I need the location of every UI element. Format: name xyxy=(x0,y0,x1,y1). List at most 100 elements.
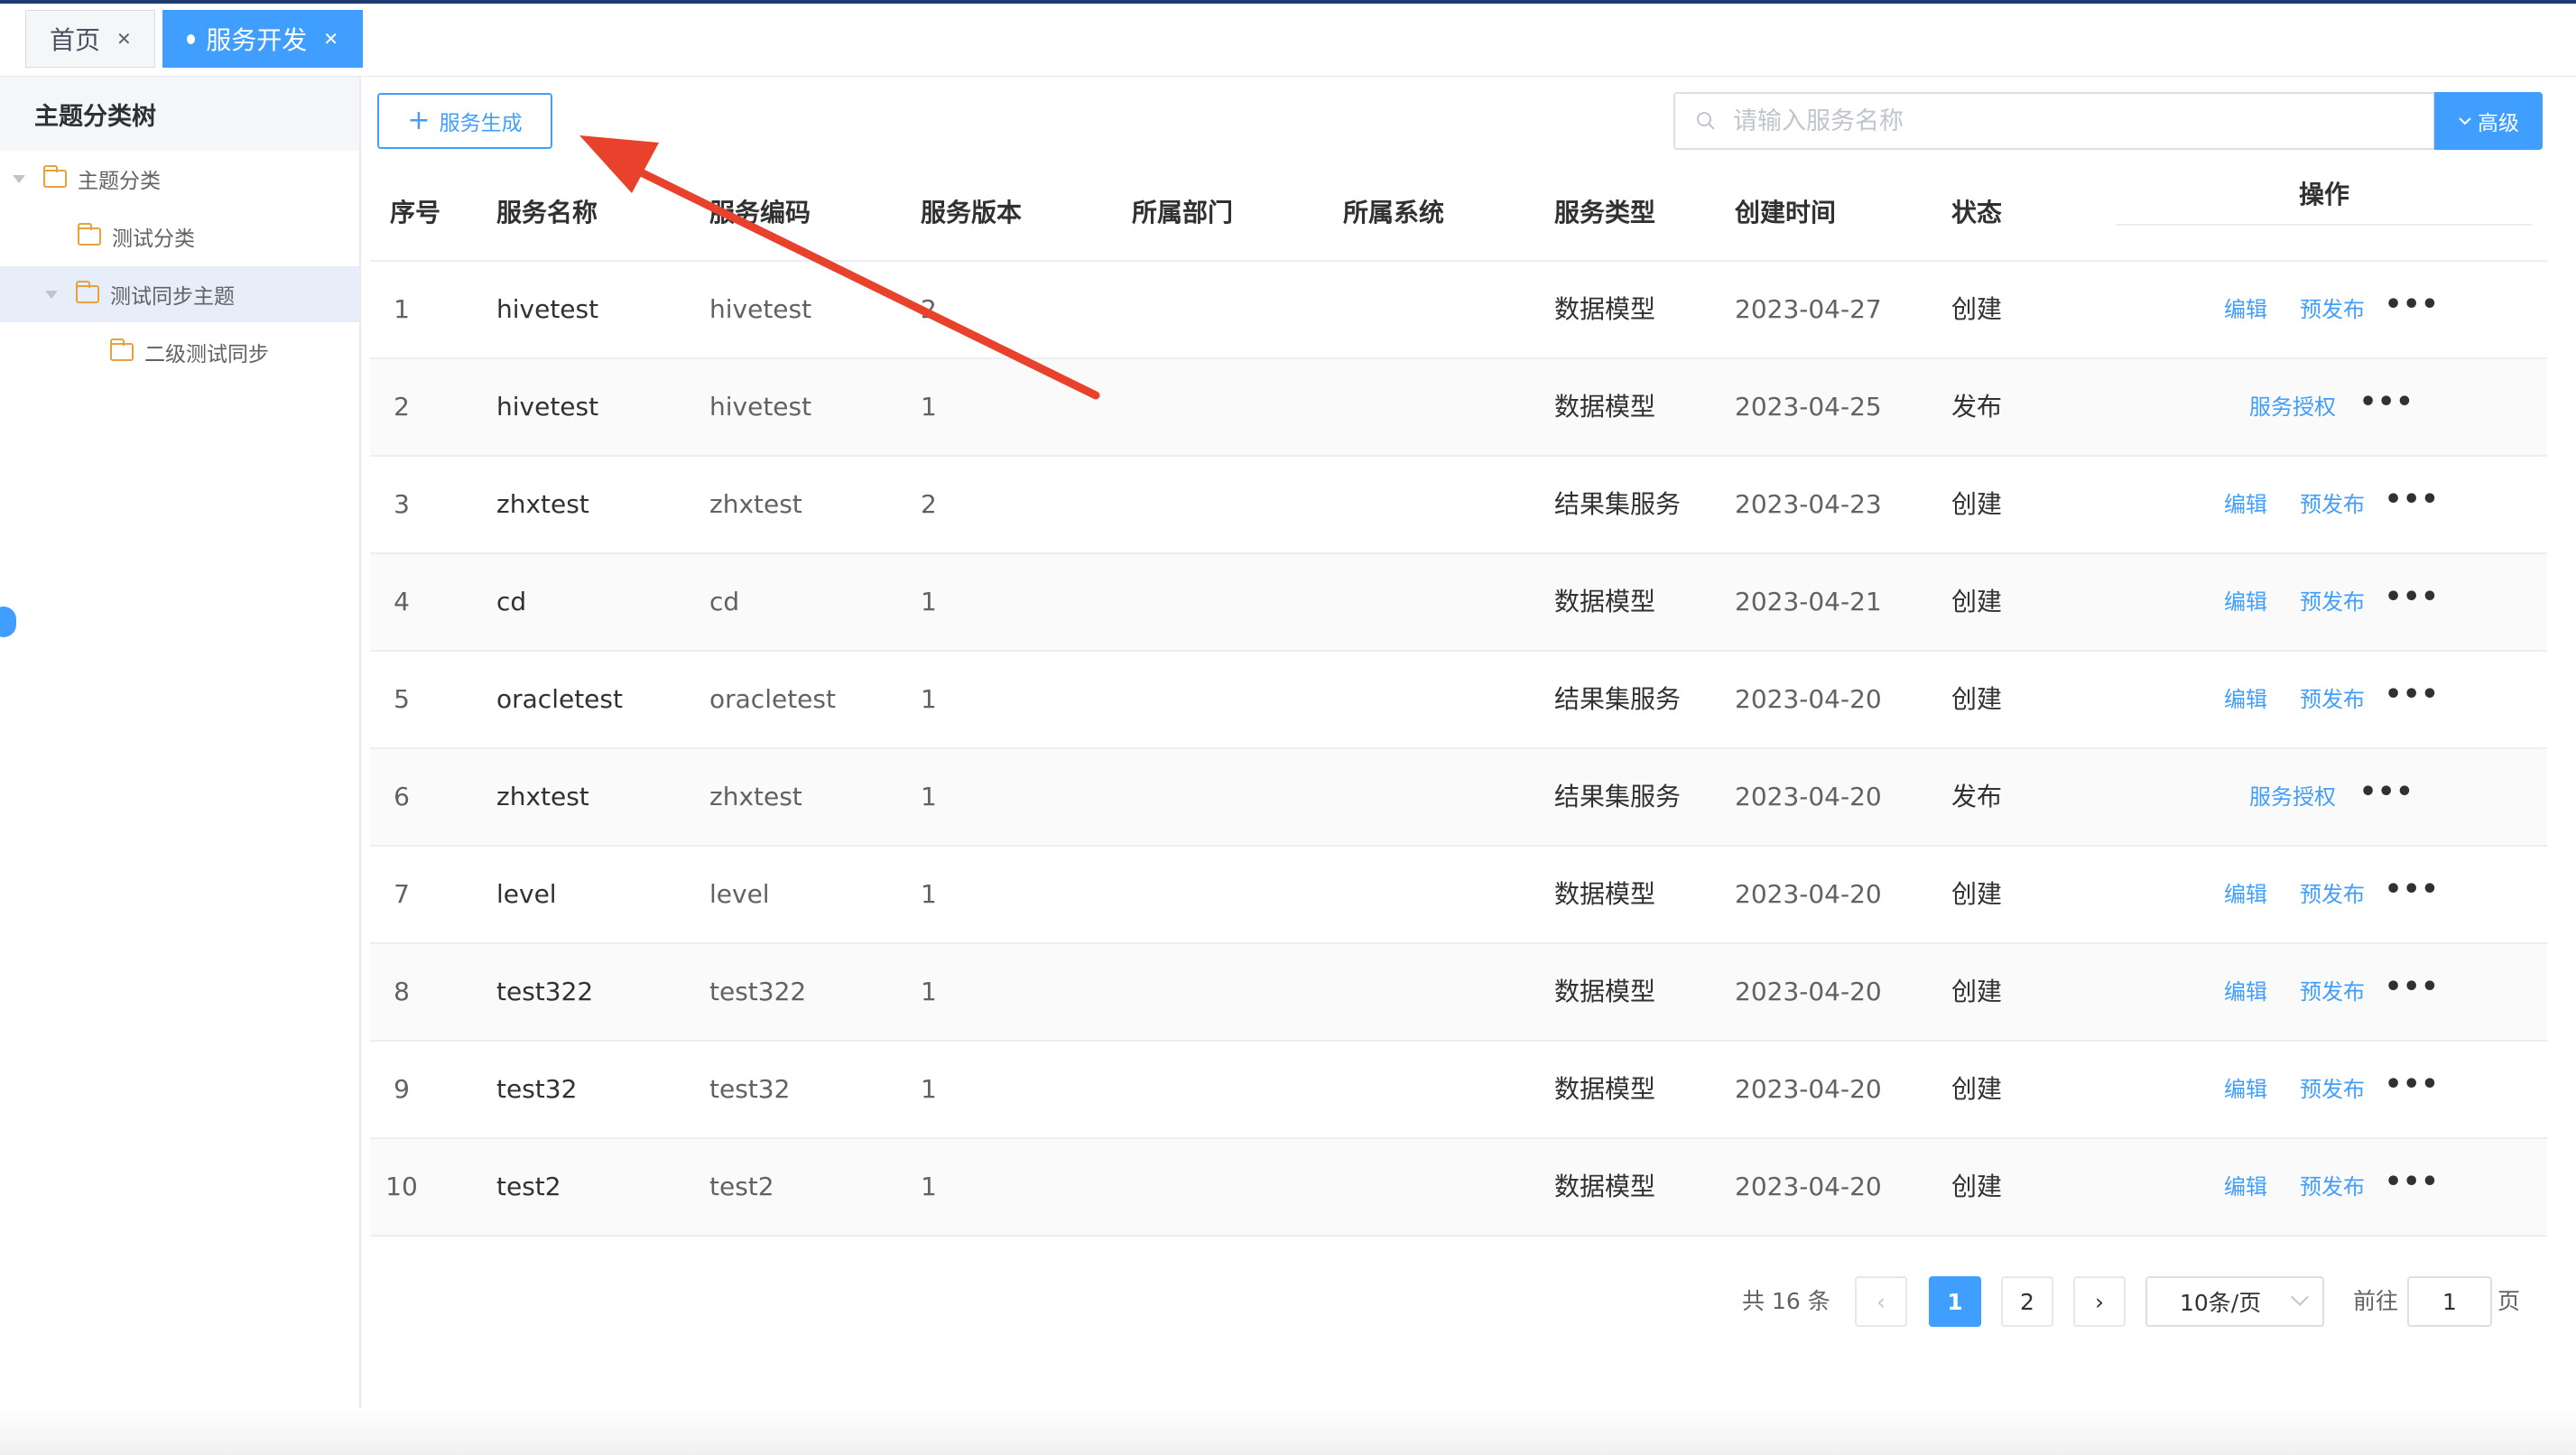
cell-version: 2 xyxy=(921,294,937,324)
authorize-service-link[interactable]: 服务授权 xyxy=(2249,749,2336,845)
cell-created: 2023-04-20 xyxy=(1735,1074,1882,1104)
table-row: 5 oracletest oracletest 1 结果集服务 2023-04-20 创建 编… xyxy=(370,652,2547,749)
column-header-actions: 操作 xyxy=(2116,166,2533,226)
cell-name: test32 xyxy=(496,1074,578,1104)
pre-publish-link[interactable]: 预发布 xyxy=(2300,1042,2365,1137)
cell-code: test32 xyxy=(709,1074,791,1104)
tab-home[interactable]: 首页 ✕ xyxy=(25,10,155,68)
generate-service-label: 服务生成 xyxy=(439,112,523,135)
cell-name: zhxtest xyxy=(496,489,589,519)
edit-link[interactable]: 编辑 xyxy=(2224,1139,2267,1235)
more-icon[interactable]: ••• xyxy=(2385,944,2440,1031)
pagination-total: 共 16 条 xyxy=(1742,1288,1830,1314)
table-body: 1 hivetest hivetest 2 数据模型 2023-04-27 创建 编辑 预发布 •… xyxy=(370,262,2547,1237)
page-size-value: 10条/页 xyxy=(2180,1290,2262,1316)
cell-type: 数据模型 xyxy=(1554,977,1656,1006)
generate-service-button[interactable]: + 服务生成 xyxy=(377,93,552,149)
cell-status: 发布 xyxy=(1951,392,2003,422)
next-page-button[interactable]: › xyxy=(2073,1276,2126,1327)
edit-link[interactable]: 编辑 xyxy=(2224,457,2267,552)
search-input[interactable] xyxy=(1731,106,2421,136)
cell-code: zhxtest xyxy=(709,782,802,811)
cell-code: test322 xyxy=(709,977,807,1006)
authorize-service-link[interactable]: 服务授权 xyxy=(2249,359,2336,455)
caret-down-icon[interactable] xyxy=(13,174,25,183)
more-icon[interactable]: ••• xyxy=(2385,1042,2440,1128)
advanced-search-button[interactable]: 高级 xyxy=(2434,92,2543,150)
cell-version: 1 xyxy=(921,977,937,1006)
cell-created: 2023-04-27 xyxy=(1735,294,1882,324)
pre-publish-link[interactable]: 预发布 xyxy=(2300,457,2365,552)
more-icon[interactable]: ••• xyxy=(2385,847,2440,933)
tab-bar: 首页 ✕ 服务开发 ✕ xyxy=(0,4,2576,77)
edit-link[interactable]: 编辑 xyxy=(2224,652,2267,747)
tree-node-level2-sync[interactable]: 二级测试同步 xyxy=(110,324,269,380)
plus-icon: + xyxy=(407,105,431,136)
tree-node-test-category[interactable]: 测试分类 xyxy=(78,209,195,264)
chevron-down-icon xyxy=(2291,1288,2309,1306)
edit-link[interactable]: 编辑 xyxy=(2224,847,2267,942)
edit-link[interactable]: 编辑 xyxy=(2224,262,2267,357)
tree-node-theme-category[interactable]: 主题分类 xyxy=(13,151,161,207)
more-icon[interactable]: ••• xyxy=(2385,262,2440,348)
cell-index: 6 xyxy=(394,782,410,811)
table-row: 2 hivetest hivetest 1 数据模型 2023-04-25 发布 服务授权 ••… xyxy=(370,359,2547,457)
column-header: 创建时间 xyxy=(1735,198,1837,227)
tree-node-label: 二级测试同步 xyxy=(144,343,269,366)
more-icon[interactable]: ••• xyxy=(2359,749,2414,836)
more-icon[interactable]: ••• xyxy=(2385,457,2440,543)
chevron-down-icon xyxy=(2459,117,2471,125)
more-icon[interactable]: ••• xyxy=(2385,554,2440,641)
tab-service-dev[interactable]: 服务开发 ✕ xyxy=(162,10,363,68)
pre-publish-link[interactable]: 预发布 xyxy=(2300,262,2365,357)
close-icon[interactable]: ✕ xyxy=(323,28,338,50)
tree-node-test-sync-theme[interactable]: 测试同步主题 xyxy=(0,266,359,322)
cell-type: 数据模型 xyxy=(1554,392,1656,422)
table-row: 7 level level 1 数据模型 2023-04-20 创建 编辑 预发布 ••• xyxy=(370,847,2547,944)
cell-code: zhxtest xyxy=(709,489,802,519)
close-icon[interactable]: ✕ xyxy=(116,28,132,50)
page-button-1[interactable]: 1 xyxy=(1929,1276,1981,1327)
page-size-select[interactable]: 10条/页 xyxy=(2145,1276,2324,1327)
cell-index: 1 xyxy=(394,294,410,324)
cell-code: oracletest xyxy=(709,684,836,714)
cell-name: hivetest xyxy=(496,294,599,324)
pre-publish-link[interactable]: 预发布 xyxy=(2300,944,2365,1040)
tab-label: 服务开发 xyxy=(206,25,308,55)
goto-suffix: 页 xyxy=(2497,1288,2521,1314)
cell-status: 创建 xyxy=(1951,1172,2003,1201)
more-icon[interactable]: ••• xyxy=(2385,1139,2440,1226)
pre-publish-link[interactable]: 预发布 xyxy=(2300,1139,2365,1235)
edit-link[interactable]: 编辑 xyxy=(2224,1042,2267,1137)
edit-link[interactable]: 编辑 xyxy=(2224,554,2267,650)
cell-type: 数据模型 xyxy=(1554,587,1656,616)
pre-publish-link[interactable]: 预发布 xyxy=(2300,554,2365,650)
pre-publish-link[interactable]: 预发布 xyxy=(2300,847,2365,942)
prev-page-button[interactable]: ‹ xyxy=(1855,1276,1907,1327)
goto-page-input[interactable] xyxy=(2407,1276,2492,1327)
cell-version: 1 xyxy=(921,879,937,909)
sidebar: 主题分类树 主题分类 测试分类 测试同步主题 二级测试同步 xyxy=(0,77,361,1455)
cell-code: hivetest xyxy=(709,392,812,422)
folder-icon xyxy=(78,223,101,246)
edit-link[interactable]: 编辑 xyxy=(2224,944,2267,1040)
folder-icon xyxy=(76,281,99,303)
cell-code: level xyxy=(709,879,770,909)
cell-code: hivetest xyxy=(709,294,812,324)
folder-icon xyxy=(110,338,134,361)
cell-version: 1 xyxy=(921,392,937,422)
cell-version: 1 xyxy=(921,684,937,714)
cell-status: 创建 xyxy=(1951,1074,2003,1104)
bottom-shadow xyxy=(0,1408,2576,1455)
cell-created: 2023-04-20 xyxy=(1735,1172,1882,1201)
cell-type: 数据模型 xyxy=(1554,294,1656,324)
pre-publish-link[interactable]: 预发布 xyxy=(2300,652,2365,747)
cell-index: 9 xyxy=(394,1074,410,1104)
active-dot-icon xyxy=(187,33,196,44)
chevron-left-icon: ‹ xyxy=(1876,1288,1886,1315)
caret-down-icon[interactable] xyxy=(45,290,58,299)
cell-name: zhxtest xyxy=(496,782,589,811)
page-button-2[interactable]: 2 xyxy=(2001,1276,2053,1327)
more-icon[interactable]: ••• xyxy=(2359,359,2414,446)
more-icon[interactable]: ••• xyxy=(2385,652,2440,738)
